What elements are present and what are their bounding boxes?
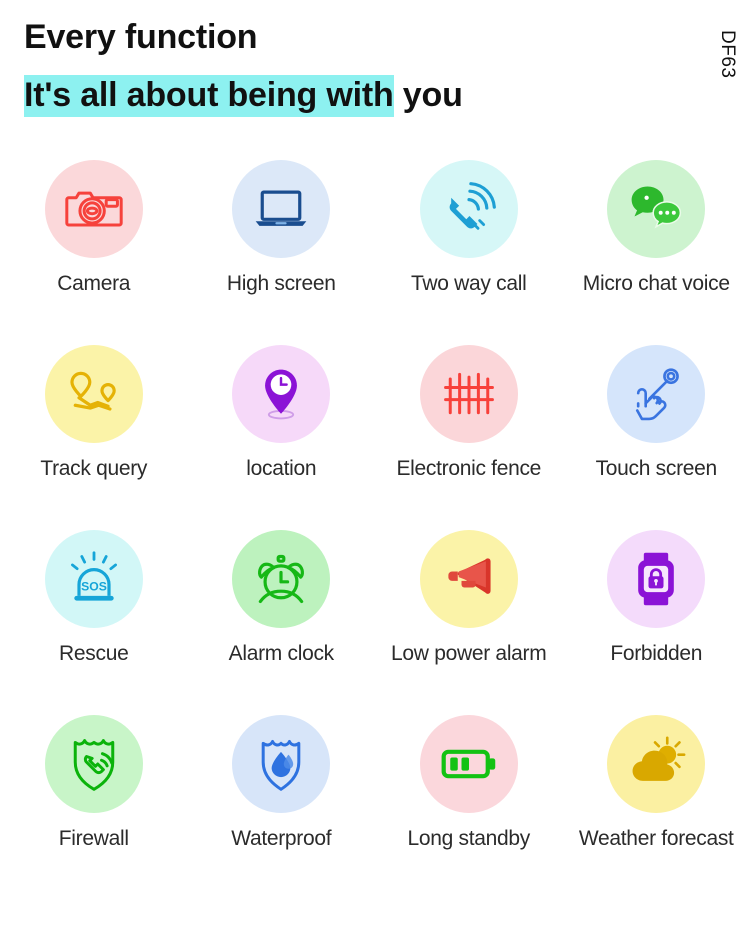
laptop-icon xyxy=(255,190,307,226)
laptop-icon-circle xyxy=(232,160,331,258)
battery-icon-circle xyxy=(419,715,518,813)
shield-droplet-icon xyxy=(261,740,301,791)
sun-cloud-icon-circle xyxy=(607,715,706,813)
chat-bubbles-icon-circle xyxy=(607,160,706,258)
feature-item-electronic-fence[interactable]: Electronic fence xyxy=(375,337,563,522)
feature-item-low-power-alarm[interactable]: Low power alarm xyxy=(375,522,563,707)
map-pin-clock-icon-circle xyxy=(232,345,331,443)
feature-label: Two way call xyxy=(411,272,527,295)
sos-beacon-icon-circle: SOS xyxy=(44,530,143,628)
map-pin-clock-icon xyxy=(265,369,298,420)
feature-item-forbidden[interactable]: Forbidden xyxy=(563,522,750,707)
feature-item-location[interactable]: location xyxy=(188,337,376,522)
feature-item-alarm-clock[interactable]: Alarm clock xyxy=(188,522,376,707)
svg-text:SOS: SOS xyxy=(81,579,107,593)
feature-label: Firewall xyxy=(58,827,129,850)
feature-label: Track query xyxy=(40,457,148,480)
feature-item-track-query[interactable]: Track query xyxy=(0,337,188,522)
model-code-label: DF63 xyxy=(717,30,738,79)
feature-label: Electronic fence xyxy=(396,457,542,480)
page-title-tail-text: you xyxy=(393,76,463,114)
fence-icon xyxy=(443,372,494,415)
chat-bubbles-icon xyxy=(631,186,682,229)
feature-item-long-standby[interactable]: Long standby xyxy=(375,707,563,892)
shield-phone-icon xyxy=(73,739,114,791)
feature-label: High screen xyxy=(226,272,336,295)
page-title-highlighted-text: It's all about being with xyxy=(24,75,394,117)
watch-lock-icon xyxy=(638,552,675,606)
page-title-line-2: It's all about being with you xyxy=(24,75,463,117)
fence-icon-circle xyxy=(419,345,518,443)
feature-label: Waterproof xyxy=(231,827,332,850)
feature-label: Micro chat voice xyxy=(582,272,730,295)
camera-icon xyxy=(65,191,123,227)
feature-item-two-way-call[interactable]: Two way call xyxy=(375,152,563,337)
feature-item-camera[interactable]: Camera xyxy=(0,152,188,337)
shield-phone-icon-circle xyxy=(44,715,143,813)
feature-item-firewall[interactable]: Firewall xyxy=(0,707,188,892)
feature-label: Camera xyxy=(57,272,131,295)
feature-item-weather-forecast[interactable]: Weather forecast xyxy=(563,707,750,892)
feature-item-micro-chat-voice[interactable]: Micro chat voice xyxy=(563,152,750,337)
page-title-line-1: Every function xyxy=(24,18,258,56)
watch-lock-icon-circle xyxy=(607,530,706,628)
touch-hand-icon xyxy=(636,368,680,421)
phone-call-icon-circle xyxy=(419,160,518,258)
feature-label: Weather forecast xyxy=(578,827,734,850)
feature-label: Alarm clock xyxy=(228,642,335,665)
feature-item-rescue[interactable]: SOS Rescue xyxy=(0,522,188,707)
feature-label: Forbidden xyxy=(610,642,703,665)
sos-beacon-icon: SOS xyxy=(70,551,117,601)
feature-label: Touch screen xyxy=(595,457,718,480)
megaphone-icon xyxy=(448,558,491,594)
shield-droplet-icon-circle xyxy=(232,715,331,813)
sun-cloud-icon xyxy=(632,736,686,781)
feature-grid: Camera High screen Two way call Micro ch… xyxy=(0,152,750,892)
feature-item-high-screen[interactable]: High screen xyxy=(188,152,376,337)
camera-icon-circle xyxy=(44,160,143,258)
feature-label: location xyxy=(246,457,317,480)
feature-label: Rescue xyxy=(59,642,129,665)
feature-item-touch-screen[interactable]: Touch screen xyxy=(563,337,750,522)
phone-call-icon xyxy=(449,182,496,230)
page-header: Every function It's all about being with… xyxy=(0,0,750,150)
route-pins-icon-circle xyxy=(44,345,143,443)
feature-item-waterproof[interactable]: Waterproof xyxy=(188,707,376,892)
touch-hand-icon-circle xyxy=(607,345,706,443)
feature-label: Long standby xyxy=(407,827,530,850)
alarm-clock-icon-circle xyxy=(232,530,331,628)
feature-label: Low power alarm xyxy=(391,642,547,665)
alarm-clock-icon xyxy=(258,554,305,604)
route-pins-icon xyxy=(70,371,116,411)
megaphone-icon-circle xyxy=(419,530,518,628)
battery-icon xyxy=(441,749,495,779)
